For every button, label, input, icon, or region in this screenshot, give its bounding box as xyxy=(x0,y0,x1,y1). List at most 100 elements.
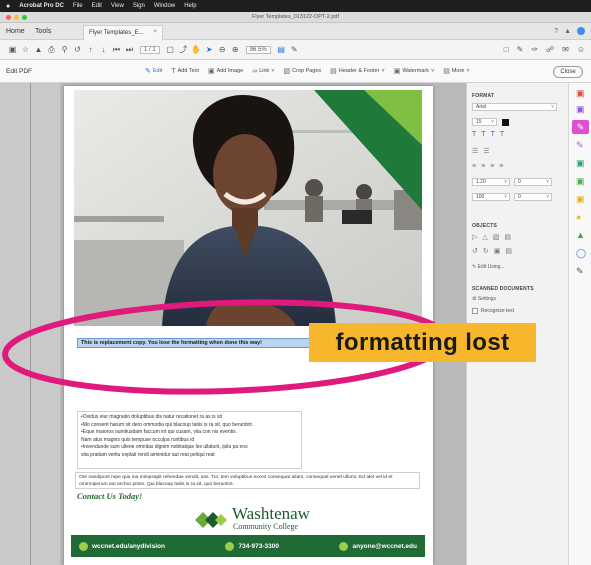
search-icon[interactable]: ⚲ xyxy=(58,45,71,54)
paragraph-spacing-dropdown[interactable]: 0 ˅ xyxy=(514,178,552,186)
share-icon[interactable]: ☍ xyxy=(546,45,554,54)
protect-icon[interactable]: ▲ xyxy=(576,231,585,240)
flip-vertical-icon[interactable]: △ xyxy=(482,233,487,241)
menu-sign[interactable]: Sign xyxy=(133,3,145,9)
close-tab-icon[interactable]: × xyxy=(153,29,157,35)
create-pdf-icon[interactable]: ▣ xyxy=(576,105,585,114)
pen-icon[interactable]: ✎ xyxy=(288,45,301,54)
superscript-icon[interactable]: T xyxy=(491,131,495,138)
footer-web-text: wccnet.edu/anydivision xyxy=(92,542,165,550)
export-pdf-icon[interactable]: ▣ xyxy=(576,89,585,98)
view-mode-icon[interactable]: ▤ xyxy=(275,45,288,54)
add-text-button[interactable]: T Add Text xyxy=(171,68,199,75)
align-center-icon[interactable]: ≡ xyxy=(481,163,485,170)
compress-icon[interactable]: ▣ xyxy=(576,177,585,186)
bold-text-icon[interactable]: T xyxy=(472,131,476,138)
pointer-icon[interactable]: ➤ xyxy=(203,45,216,54)
text-color-swatch[interactable] xyxy=(502,119,509,126)
page-number-field[interactable]: 1 / 1 xyxy=(140,45,160,54)
align-left-icon[interactable]: ≡ xyxy=(472,163,476,170)
font-dropdown[interactable]: Arial ˅ xyxy=(472,103,557,111)
zoom-dropdown[interactable]: 96.5% xyxy=(245,45,271,54)
rotate-left-icon[interactable]: ↺ xyxy=(71,45,84,54)
bullet-list-box[interactable]: •Ovidus eiur magnatio doluptibus dis nat… xyxy=(77,411,302,469)
crop-object-icon[interactable]: ▧ xyxy=(493,233,500,241)
flip-icon[interactable]: ▷ xyxy=(472,233,477,241)
link-button[interactable]: ∞ Link ˅ xyxy=(252,68,274,75)
print-icon[interactable]: ⎙ xyxy=(45,45,58,55)
italic-text-icon[interactable]: T xyxy=(481,131,485,138)
align-right-icon[interactable]: ≡ xyxy=(490,163,494,170)
rotate-right-object-icon[interactable]: ↻ xyxy=(483,247,489,255)
sign-icon[interactable]: ✑ xyxy=(531,45,538,54)
crop-pages-button[interactable]: ▧ Crop Pages xyxy=(284,67,322,75)
stamp-icon[interactable]: ● xyxy=(576,213,581,222)
create-icon[interactable]: ▣ xyxy=(6,45,19,54)
header-footer-button[interactable]: ▤ Header & Footer ˅ xyxy=(330,67,385,75)
scale-dropdown[interactable]: 100 ˅ xyxy=(472,193,510,201)
next-page-icon[interactable]: ↓ xyxy=(97,45,110,54)
font-size-dropdown[interactable]: 15 ˅ xyxy=(472,118,497,126)
shield-icon[interactable]: ◯ xyxy=(576,249,586,258)
tab-document[interactable]: Flyer Templates_E... × xyxy=(83,25,163,40)
organize-pages-icon[interactable]: ▣ xyxy=(576,159,585,168)
watermark-button[interactable]: ▣ Watermark ˅ xyxy=(394,67,435,75)
close-button[interactable]: Close xyxy=(553,66,583,78)
comment-icon[interactable]: □ xyxy=(504,45,509,54)
edit-button[interactable]: ✎ Edit xyxy=(145,67,162,75)
arrange-icon[interactable]: ▤ xyxy=(504,233,511,241)
subscript-icon[interactable]: T xyxy=(500,131,504,138)
menu-app-name[interactable]: Acrobat Pro DC xyxy=(19,3,64,9)
zoom-out-icon[interactable]: ⊖ xyxy=(216,45,229,54)
first-page-icon[interactable]: ⏮ xyxy=(110,45,123,55)
char-spacing-dropdown[interactable]: 0 ˅ xyxy=(514,193,552,201)
account-icon[interactable] xyxy=(577,27,585,35)
comment-tool-icon[interactable]: ▣ xyxy=(576,195,585,204)
more-icon: ▤ xyxy=(443,68,450,75)
edit-pdf-icon[interactable]: ✎ xyxy=(572,120,589,134)
paragraph-box[interactable]: Ore sandipunt repe qua ina minipsapit re… xyxy=(75,472,420,489)
highlight-icon[interactable]: ✎ xyxy=(517,45,524,54)
last-page-icon[interactable]: ⏭ xyxy=(123,45,136,55)
menu-file[interactable]: File xyxy=(73,3,83,9)
zoom-in-icon[interactable]: ⊕ xyxy=(229,45,242,54)
prev-page-icon[interactable]: ↑ xyxy=(84,45,97,54)
menu-edit[interactable]: Edit xyxy=(92,3,102,9)
header-footer-label: Header & Footer xyxy=(338,68,380,74)
settings-link[interactable]: ⚙ Settings xyxy=(472,296,496,302)
mail-icon[interactable]: ✉ xyxy=(562,45,569,54)
menu-window[interactable]: Window xyxy=(154,3,175,9)
hand-icon[interactable]: ✋ xyxy=(190,45,203,54)
select-icon[interactable]: ⤴ xyxy=(177,44,190,55)
more-tools-icon[interactable]: ✎ xyxy=(576,267,584,276)
line-spacing-dropdown[interactable]: 1.20 ˅ xyxy=(472,178,510,186)
rotate-left-object-icon[interactable]: ↺ xyxy=(472,247,478,255)
numbered-list-icon[interactable]: ☰ xyxy=(483,147,489,155)
flyer-footer[interactable]: wccnet.edu/anydivision 734-973-3300 anyo… xyxy=(71,535,425,557)
tab-tools[interactable]: Tools xyxy=(35,28,51,35)
justify-icon[interactable]: ≡ xyxy=(499,163,503,170)
menu-help[interactable]: Help xyxy=(184,3,196,9)
tab-home[interactable]: Home xyxy=(6,28,25,35)
objects-row-2: ↺ ↻ ▣ ▤ xyxy=(472,247,512,255)
bullet-list-icon[interactable]: ☰ xyxy=(472,147,478,155)
recognize-checkbox[interactable] xyxy=(472,308,478,314)
add-user-icon[interactable]: ☺ xyxy=(577,45,585,54)
bookmark-icon[interactable]: ☆ xyxy=(19,45,32,54)
apple-icon[interactable]: ● xyxy=(6,3,10,10)
help-icon[interactable]: ? xyxy=(554,28,558,35)
more-button[interactable]: ▤ More ˅ xyxy=(443,67,469,75)
add-image-label: Add Image xyxy=(216,68,244,74)
contact-heading[interactable]: Contact Us Today! xyxy=(77,491,142,501)
menu-view[interactable]: View xyxy=(111,3,124,9)
upload-icon[interactable]: ▲ xyxy=(32,45,45,54)
fill-sign-icon[interactable]: ✎ xyxy=(576,141,584,150)
edit-using[interactable]: ✎ Edit Using... xyxy=(472,264,505,270)
notifications-icon[interactable]: ▲ xyxy=(564,28,571,35)
college-logo[interactable]: Washtenaw Community College xyxy=(187,504,357,532)
fit-page-icon[interactable]: ▢ xyxy=(164,45,177,54)
add-image-button[interactable]: ▣ Add Image xyxy=(208,67,243,75)
replace-image-icon[interactable]: ▣ xyxy=(494,247,501,255)
flyer-photo[interactable] xyxy=(74,90,422,326)
align-object-icon[interactable]: ▤ xyxy=(505,247,512,255)
